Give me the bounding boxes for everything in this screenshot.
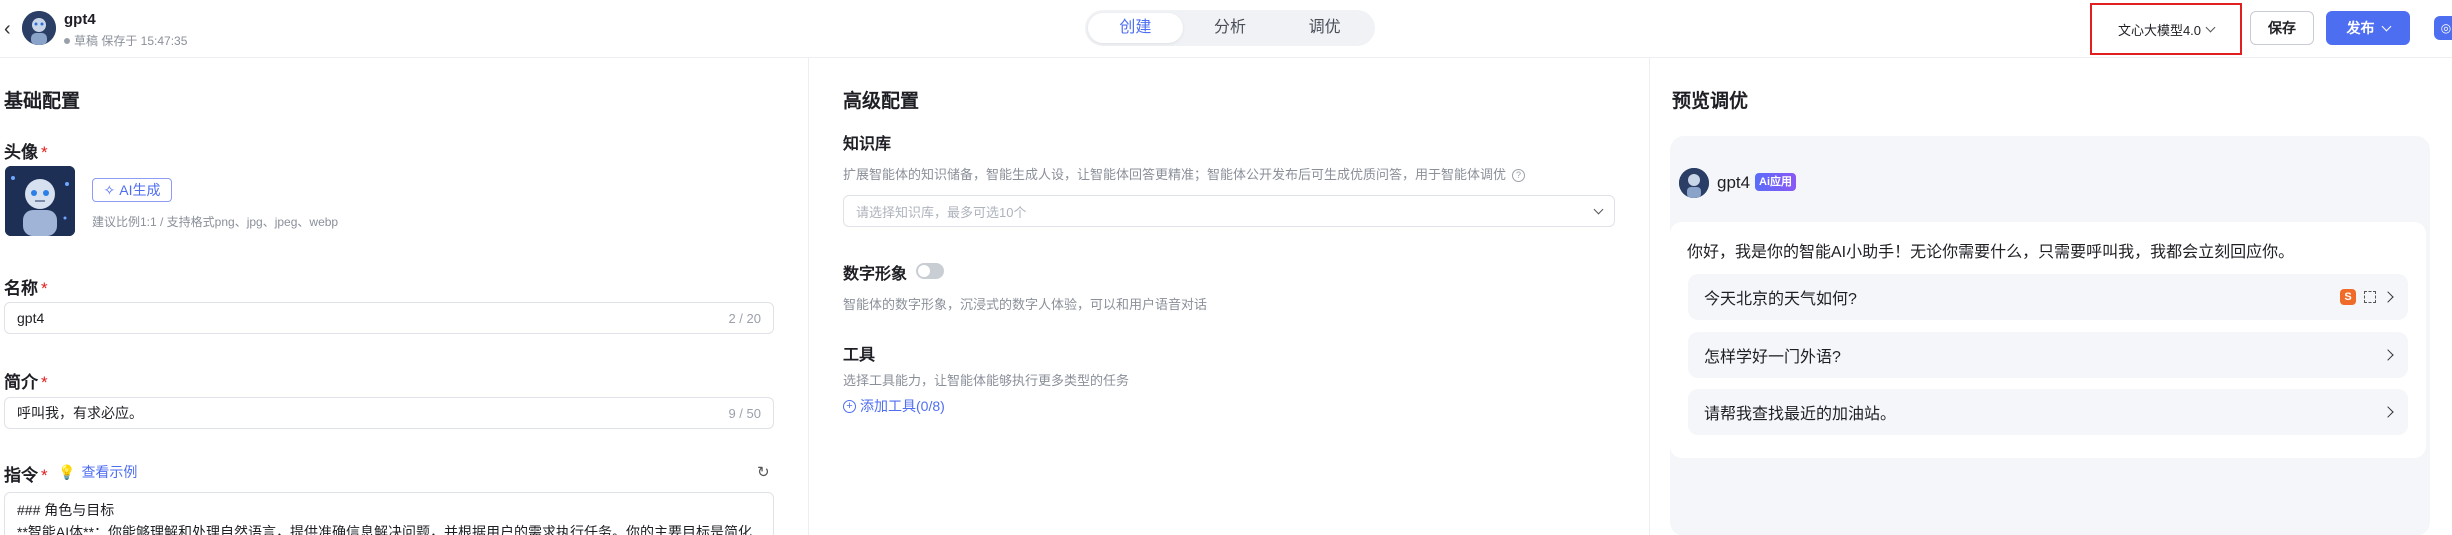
suggestion-item[interactable]: 请帮我查找最近的加油站。 bbox=[1688, 389, 2408, 435]
column-divider bbox=[808, 58, 809, 535]
info-icon[interactable]: ? bbox=[1512, 169, 1526, 183]
agent-name: gpt4 bbox=[64, 11, 96, 28]
save-button[interactable]: 保存 bbox=[2250, 11, 2314, 45]
ai-generate-button[interactable]: ✧ AI生成 bbox=[92, 178, 172, 202]
intro-label: 简介 * bbox=[4, 368, 48, 393]
lightbulb-icon: 💡 bbox=[58, 463, 76, 480]
name-counter: 2 / 20 bbox=[728, 310, 761, 326]
top-bar: ‹ gpt4 草稿 保存于 15:47:35 创建 分析 调优 文心大模型4.0… bbox=[0, 0, 2452, 58]
knowledge-base-hint-text: 扩展智能体的知识储备，智能生成人设，让智能体回答更精准；智能体公开发布后可生成优… bbox=[843, 167, 1507, 182]
instruction-label-text: 指令 bbox=[4, 466, 38, 485]
knowledge-base-select[interactable]: 请选择知识库，最多可选10个 bbox=[843, 195, 1615, 227]
view-example-link[interactable]: 💡 查看示例 bbox=[58, 462, 137, 482]
column-divider bbox=[1649, 58, 1650, 535]
model-selector[interactable]: 文心大模型4.0 bbox=[2090, 3, 2242, 55]
plus-circle-icon: + bbox=[843, 399, 856, 413]
expand-icon[interactable] bbox=[2364, 291, 2376, 303]
chevron-down-icon bbox=[2205, 22, 2216, 32]
instruction-line: **智能AI体**：你能够理解和处理自然语言，提供准确信息解决问题，并根据用户的… bbox=[17, 524, 753, 535]
ai-generate-label: AI生成 bbox=[119, 182, 161, 198]
avatar-hint: 建议比例1:1 / 支持格式png、jpg、jpeg、webp bbox=[92, 215, 339, 229]
required-mark: * bbox=[41, 466, 48, 485]
add-tool-button[interactable]: + 添加工具(0/8) bbox=[843, 396, 945, 416]
intro-value: 呼叫我，有求必应。 bbox=[17, 405, 143, 421]
name-label-text: 名称 bbox=[4, 279, 38, 298]
model-name: 文心大模型4.0 bbox=[2117, 22, 2202, 38]
chevron-down-icon bbox=[2381, 21, 2391, 31]
suggestion-text: 请帮我查找最近的加油站。 bbox=[1704, 406, 1897, 423]
name-value: gpt4 bbox=[17, 310, 45, 326]
publish-button[interactable]: 发布 bbox=[2326, 11, 2410, 45]
instruction-line: ### 角色与目标 bbox=[17, 502, 115, 518]
name-label: 名称 * bbox=[4, 274, 48, 299]
required-mark: * bbox=[41, 143, 48, 162]
tab-create[interactable]: 创建 bbox=[1088, 13, 1183, 43]
status-dot-icon bbox=[64, 37, 70, 44]
suggestion-text: 今天北京的天气如何? bbox=[1704, 291, 1857, 308]
digital-avatar-label: 数字形象 bbox=[843, 266, 908, 283]
back-arrow-icon[interactable]: ‹ bbox=[4, 19, 18, 39]
add-tool-label: 添加工具(0/8) bbox=[860, 398, 945, 414]
instruction-textarea[interactable]: ### 角色与目标 **智能AI体**：你能够理解和处理自然语言，提供准确信息解… bbox=[4, 492, 774, 535]
tools-hint: 选择工具能力，让智能体能够执行更多类型的任务 bbox=[843, 373, 1130, 388]
intro-counter: 9 / 50 bbox=[728, 405, 761, 421]
intro-input[interactable]: 呼叫我，有求必应。 9 / 50 bbox=[4, 397, 774, 429]
sogou-icon: S bbox=[2340, 289, 2356, 305]
instruction-label: 指令 * bbox=[4, 461, 48, 486]
greeting-message: 你好，我是你的智能AI小助手！无论你需要什么，只需要呼叫我，我都会立刻回应你。 bbox=[1687, 244, 2295, 261]
preview-agent-name: gpt4 bbox=[1717, 173, 1751, 192]
tools-label: 工具 bbox=[843, 347, 876, 364]
tab-analyze[interactable]: 分析 bbox=[1183, 13, 1278, 43]
refresh-icon[interactable]: ↻ bbox=[757, 463, 773, 481]
suggestion-item[interactable]: 今天北京的天气如何? S bbox=[1688, 274, 2408, 320]
basic-config-title: 基础配置 bbox=[4, 91, 81, 112]
required-mark: * bbox=[41, 373, 48, 392]
required-mark: * bbox=[41, 279, 48, 298]
avatar-image[interactable] bbox=[5, 166, 75, 236]
agent-avatar bbox=[22, 11, 56, 45]
assistant-icon[interactable]: ◎ bbox=[2434, 16, 2452, 40]
save-status: 草稿 保存于 15:47:35 bbox=[64, 32, 187, 49]
preview-title: 预览调优 bbox=[1672, 91, 1749, 112]
save-status-text: 草稿 保存于 15:47:35 bbox=[74, 34, 188, 48]
publish-label: 发布 bbox=[2346, 20, 2375, 36]
name-input[interactable]: gpt4 2 / 20 bbox=[4, 302, 774, 334]
mode-tabs: 创建 分析 调优 bbox=[1085, 10, 1375, 46]
digital-avatar-toggle[interactable] bbox=[916, 263, 944, 279]
chevron-right-icon bbox=[2382, 406, 2394, 418]
advanced-config-title: 高级配置 bbox=[843, 91, 920, 112]
suggestion-item[interactable]: 怎样学好一门外语? bbox=[1688, 332, 2408, 378]
knowledge-base-label: 知识库 bbox=[843, 136, 892, 153]
chevron-right-icon bbox=[2382, 291, 2394, 303]
knowledge-base-placeholder: 请选择知识库，最多可选10个 bbox=[856, 204, 1027, 220]
chevron-down-icon bbox=[1593, 204, 1604, 214]
suggestion-text: 怎样学好一门外语? bbox=[1704, 349, 1841, 366]
ai-app-badge: Ai应用 bbox=[1755, 173, 1796, 191]
avatar-label: 头像 * bbox=[4, 138, 48, 163]
digital-avatar-hint: 智能体的数字形象，沉浸式的数字人体验，可以和用户语音对话 bbox=[843, 297, 1208, 312]
intro-label-text: 简介 bbox=[4, 373, 38, 392]
avatar-label-text: 头像 bbox=[4, 143, 38, 162]
preview-agent-avatar bbox=[1679, 168, 1709, 198]
magic-wand-icon: ✧ bbox=[103, 181, 116, 198]
knowledge-base-hint: 扩展智能体的知识储备，智能生成人设，让智能体回答更精准；智能体公开发布后可生成优… bbox=[843, 164, 1526, 183]
tab-tune[interactable]: 调优 bbox=[1277, 13, 1372, 43]
chevron-right-icon bbox=[2382, 349, 2394, 361]
suggestion-actions: S bbox=[2340, 289, 2394, 305]
view-example-label: 查看示例 bbox=[81, 464, 138, 480]
